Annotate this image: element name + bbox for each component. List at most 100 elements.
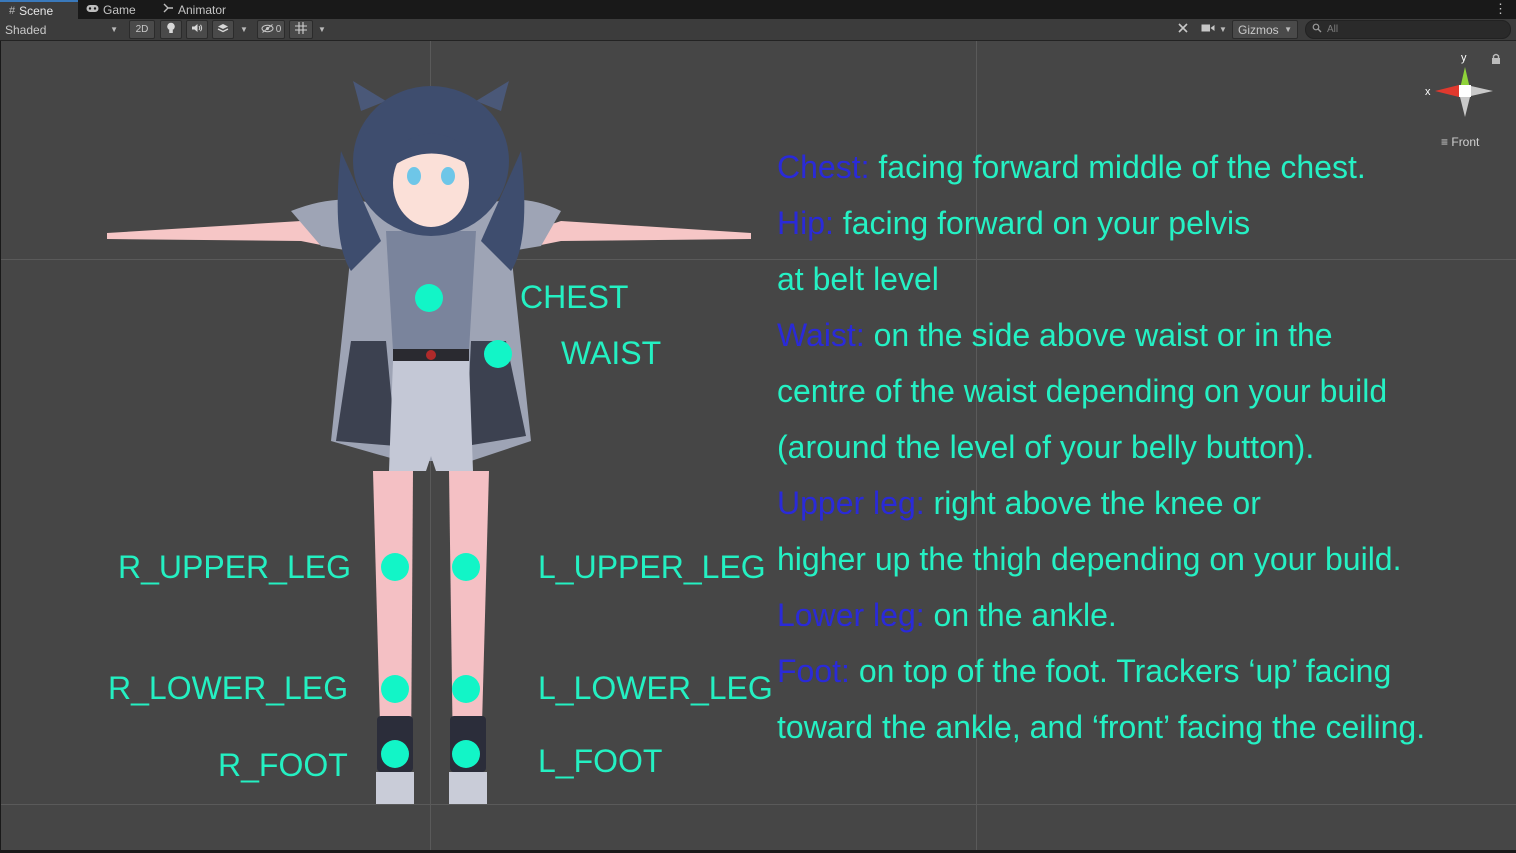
animator-icon bbox=[163, 3, 174, 17]
label-r-upper-leg: R_UPPER_LEG bbox=[118, 549, 351, 585]
label-waist: WAIST bbox=[561, 335, 662, 371]
instruction-line: Chest: facing forward middle of the ches… bbox=[777, 139, 1425, 195]
tracker-dot-chest bbox=[415, 284, 443, 312]
chevron-down-icon: ▼ bbox=[110, 25, 118, 34]
instruction-text: centre of the waist depending on your bu… bbox=[777, 373, 1388, 409]
view-label-text: Front bbox=[1451, 135, 1480, 149]
instruction-line: Hip: facing forward on your pelvis bbox=[777, 195, 1425, 251]
tracker-dot-l-upper-leg bbox=[452, 553, 480, 581]
instruction-text: (around the level of your belly button). bbox=[777, 429, 1315, 465]
gizmo-center-cube bbox=[1459, 85, 1471, 97]
toggle-2d-button[interactable]: 2D bbox=[129, 20, 155, 39]
gizmo-x-label: x bbox=[1425, 86, 1431, 98]
view-front-label[interactable]: ≡ Front bbox=[1441, 135, 1479, 149]
label-l-upper-leg: L_UPPER_LEG bbox=[538, 549, 766, 585]
chevron-down-icon: ▼ bbox=[318, 25, 326, 34]
tracker-dot-l-lower-leg bbox=[452, 675, 480, 703]
lightbulb-icon bbox=[166, 22, 176, 37]
instruction-keyword: Lower leg: bbox=[777, 597, 925, 633]
tools-button[interactable] bbox=[1172, 20, 1194, 39]
eye-off-icon bbox=[261, 23, 274, 36]
wrench-icon bbox=[1177, 22, 1189, 37]
audio-toggle-button[interactable] bbox=[186, 20, 208, 39]
gizmo-x-axis-cone bbox=[1435, 85, 1459, 97]
instruction-text: toward the ankle, and ‘front’ facing the… bbox=[777, 709, 1426, 745]
search-input[interactable]: All bbox=[1305, 20, 1511, 39]
chevron-down-icon: ▼ bbox=[240, 25, 248, 34]
chevron-down-icon: ▼ bbox=[1284, 25, 1292, 34]
effects-dropdown[interactable]: ▼ bbox=[236, 20, 252, 39]
lighting-toggle-button[interactable] bbox=[160, 20, 182, 39]
tracker-dot-r-upper-leg bbox=[381, 553, 409, 581]
grid-hash-icon: # bbox=[9, 4, 16, 17]
instruction-text: at belt level bbox=[777, 261, 939, 297]
tracker-dot-r-lower-leg bbox=[381, 675, 409, 703]
speaker-icon bbox=[191, 23, 203, 36]
instruction-text: on the side above waist or in the bbox=[864, 317, 1333, 353]
label-l-lower-leg: L_LOWER_LEG bbox=[538, 670, 773, 706]
lock-icon[interactable] bbox=[1491, 51, 1501, 69]
instruction-keyword: Waist: bbox=[777, 317, 865, 353]
camera-settings-button[interactable]: ▼ bbox=[1198, 20, 1230, 39]
gizmo-neg-x-cone bbox=[1471, 86, 1493, 96]
instruction-line: at belt level bbox=[777, 251, 1425, 307]
tab-animator[interactable]: Animator bbox=[163, 0, 226, 19]
search-icon bbox=[1312, 23, 1322, 36]
search-placeholder: All bbox=[1327, 24, 1339, 35]
more-options-icon[interactable]: ⋮ bbox=[1494, 1, 1507, 17]
tab-bar: # Scene Game Animator ⋮ bbox=[0, 0, 1516, 19]
scene-viewport[interactable]: CHEST WAIST R_UPPER_LEG L_UPPER_LEG R_LO… bbox=[1, 41, 1516, 850]
gizmo-y-label: y bbox=[1461, 53, 1467, 64]
instruction-text: facing forward on your pelvis bbox=[833, 205, 1251, 241]
instruction-text: on top of the foot. Trackers ‘up’ facing bbox=[849, 653, 1392, 689]
instruction-keyword: Hip: bbox=[777, 205, 834, 241]
tab-scene[interactable]: # Scene bbox=[0, 0, 78, 19]
instruction-line: (around the level of your belly button). bbox=[777, 419, 1425, 475]
tracker-dot-l-foot bbox=[452, 740, 480, 768]
instruction-keyword: Upper leg: bbox=[777, 485, 925, 521]
instruction-line: Foot: on top of the foot. Trackers ‘up’ … bbox=[777, 643, 1425, 699]
tab-scene-label: Scene bbox=[19, 3, 54, 18]
draw-mode-dropdown[interactable]: Shaded ▼ bbox=[2, 20, 122, 39]
toggle-2d-label: 2D bbox=[135, 24, 149, 35]
label-l-foot: L_FOOT bbox=[538, 743, 663, 779]
grid-dropdown[interactable]: ▼ bbox=[314, 20, 330, 39]
tab-game-label: Game bbox=[103, 2, 136, 17]
menu-lines-icon: ≡ bbox=[1441, 135, 1449, 149]
grid-icon bbox=[295, 22, 307, 37]
gizmo-neg-y-cone bbox=[1460, 97, 1470, 117]
chevron-down-icon: ▼ bbox=[1219, 25, 1227, 34]
instruction-line: higher up the thigh depending on your bu… bbox=[777, 531, 1425, 587]
tracker-placement-instructions: Chest: facing forward middle of the ches… bbox=[777, 139, 1425, 755]
instruction-line: Upper leg: right above the knee or bbox=[777, 475, 1425, 531]
instruction-keyword: Foot: bbox=[777, 653, 850, 689]
gizmos-label: Gizmos bbox=[1238, 22, 1279, 37]
tracker-dot-r-foot bbox=[381, 740, 409, 768]
grid-toggle-button[interactable] bbox=[289, 20, 313, 39]
instruction-line: Waist: on the side above waist or in the bbox=[777, 307, 1425, 363]
tab-game[interactable]: Game bbox=[86, 0, 136, 19]
tab-animator-label: Animator bbox=[178, 2, 227, 17]
label-chest: CHEST bbox=[520, 279, 629, 315]
instruction-line: Lower leg: on the ankle. bbox=[777, 587, 1425, 643]
tracker-dot-waist bbox=[484, 340, 512, 368]
effects-toggle-button[interactable] bbox=[212, 20, 234, 39]
instruction-keyword: Chest: bbox=[777, 149, 870, 185]
scene-toolbar: Shaded ▼ 2D ▼ 0 ▼ ▼ Gizmos ▼ All bbox=[0, 19, 1516, 41]
gamepad-icon bbox=[86, 4, 99, 16]
label-r-foot: R_FOOT bbox=[218, 747, 348, 783]
instruction-line: centre of the waist depending on your bu… bbox=[777, 363, 1425, 419]
instruction-text: higher up the thigh depending on your bu… bbox=[777, 541, 1402, 577]
instruction-text: on the ankle. bbox=[924, 597, 1117, 633]
scene-visibility-button[interactable]: 0 bbox=[257, 20, 285, 39]
avatar-torso bbox=[386, 231, 476, 471]
instruction-line: toward the ankle, and ‘front’ facing the… bbox=[777, 699, 1425, 755]
label-r-lower-leg: R_LOWER_LEG bbox=[108, 670, 349, 706]
hidden-count: 0 bbox=[275, 24, 282, 35]
draw-mode-label: Shaded bbox=[5, 22, 47, 37]
instruction-text: right above the knee or bbox=[924, 485, 1261, 521]
instruction-text: facing forward middle of the chest. bbox=[869, 149, 1366, 185]
camera-icon bbox=[1201, 23, 1215, 36]
gizmos-dropdown[interactable]: Gizmos ▼ bbox=[1232, 20, 1298, 39]
layers-icon bbox=[217, 23, 229, 37]
